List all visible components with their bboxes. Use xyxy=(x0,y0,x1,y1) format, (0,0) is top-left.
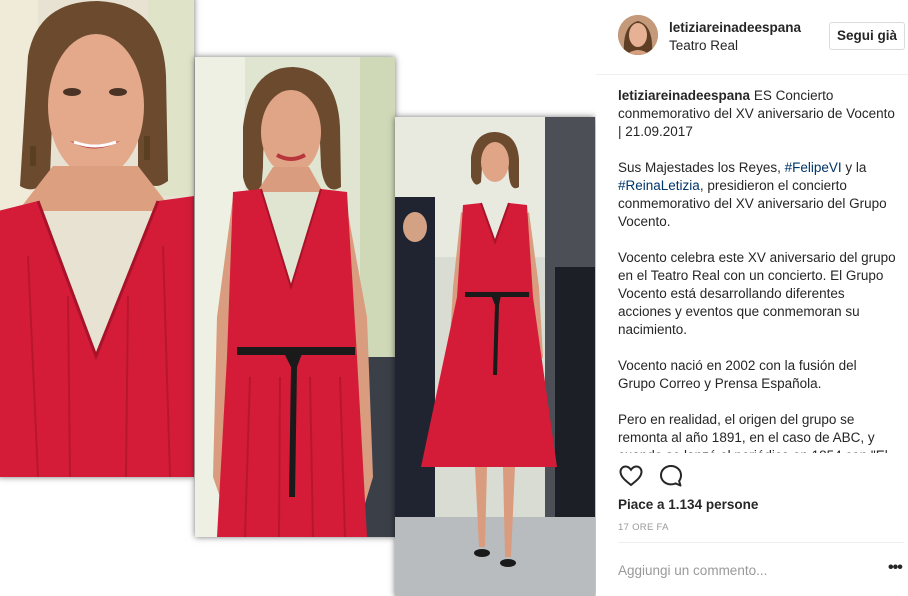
comment-input[interactable] xyxy=(618,558,868,582)
caption-text: y la xyxy=(841,160,867,175)
post-panel: letiziareinadeespana Teatro Real Segui g… xyxy=(596,0,908,596)
caption-paragraph: Pero en realidad, el origen del grupo se… xyxy=(618,412,888,453)
photo-midshot xyxy=(195,57,395,537)
post-header: letiziareinadeespana Teatro Real Segui g… xyxy=(596,0,908,75)
caption-paragraph: Vocento nació en 2002 con la fusión del … xyxy=(618,358,857,391)
hashtag-link[interactable]: #FelipeVI xyxy=(785,160,842,175)
caption-text: Sus Majestades los Reyes, xyxy=(618,160,785,175)
caption-paragraph: Sus Majestades los Reyes, #FelipeVI y la… xyxy=(618,159,896,231)
action-bar xyxy=(618,463,898,491)
post-caption: letiziareinadeespana ES Concierto conmem… xyxy=(618,87,896,453)
post-image[interactable] xyxy=(0,0,596,596)
likes-count[interactable]: Piace a 1.134 persone xyxy=(618,497,758,512)
post-timestamp[interactable]: 17 ORE FA xyxy=(618,522,669,533)
caption-intro: letiziareinadeespana ES Concierto conmem… xyxy=(618,87,896,141)
avatar[interactable] xyxy=(618,15,658,55)
following-button[interactable]: Segui già xyxy=(829,22,905,50)
speech-bubble-icon[interactable] xyxy=(658,463,684,489)
author-username[interactable]: letiziareinadeespana xyxy=(669,20,801,35)
photo-fullbody xyxy=(395,117,595,596)
photo-closeup xyxy=(0,0,194,477)
heart-outline-icon[interactable] xyxy=(618,463,644,489)
hashtag-link[interactable]: #ReinaLetizia xyxy=(618,178,700,193)
caption-paragraph: Vocento celebra este XV aniversario del … xyxy=(618,250,896,337)
location-link[interactable]: Teatro Real xyxy=(669,38,738,53)
divider xyxy=(618,542,904,543)
ellipsis-icon[interactable]: ••• xyxy=(888,560,904,580)
caption-username[interactable]: letiziareinadeespana xyxy=(618,88,750,103)
